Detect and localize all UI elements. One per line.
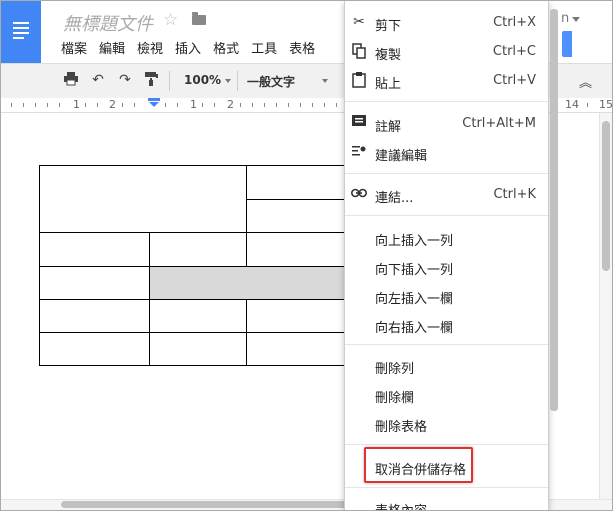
paste-icon <box>351 72 367 88</box>
table-cell-selected[interactable] <box>149 266 345 300</box>
menu-insert[interactable]: 插入 <box>175 38 201 57</box>
comment-icon <box>351 115 367 131</box>
menu-separator <box>345 487 548 488</box>
chevron-down-icon[interactable] <box>225 79 231 83</box>
table-cell[interactable] <box>246 199 345 233</box>
paint-format-icon[interactable] <box>143 72 159 88</box>
zoom-select[interactable]: 100% <box>184 73 221 87</box>
suggest-edit-icon <box>351 144 367 160</box>
menu-item-label: 註解 <box>375 120 402 135</box>
chevron-down-icon[interactable] <box>322 79 328 83</box>
menu-item-shortcut: Ctrl+K <box>493 187 536 202</box>
menu-item-label: 刪除欄 <box>375 391 415 406</box>
menu-item-label: 向左插入一欄 <box>375 292 454 307</box>
menu-separator <box>345 444 548 445</box>
menu-separator <box>345 173 548 174</box>
menu-item-delete-table[interactable]: 刪除表格 <box>345 411 548 435</box>
toolbar-divider <box>237 71 238 91</box>
menu-item-label: 貼上 <box>375 77 402 92</box>
menu-item-label: 複製 <box>375 48 402 63</box>
menu-item-label: 建議編輯 <box>375 149 428 164</box>
menu-item-insert-row-below[interactable]: 向下插入一列 <box>345 254 548 278</box>
context-menu: ✂ 剪下 Ctrl+X 複製 Ctrl+C 貼上 Ctrl+V 註解 Ctrl+… <box>344 1 549 510</box>
menu-item-label: 剪下 <box>375 19 402 34</box>
undo-icon[interactable]: ↶ <box>90 72 106 88</box>
menu-item-shortcut: Ctrl+Alt+M <box>462 116 536 131</box>
menu-item-label: 向上插入一列 <box>375 234 454 249</box>
menu-item-shortcut: Ctrl+V <box>493 73 536 88</box>
menu-item-cut[interactable]: ✂ 剪下 Ctrl+X <box>345 10 548 34</box>
table-cell[interactable] <box>246 332 345 366</box>
docs-logo-icon[interactable] <box>1 1 41 63</box>
menu-separator <box>345 215 548 216</box>
menu-edit[interactable]: 編輯 <box>99 38 125 57</box>
menu-scrollbar-thumb[interactable] <box>550 9 558 411</box>
ruler-label: 14 <box>565 98 579 111</box>
ruler-label: 2 <box>227 98 234 111</box>
menu-item-delete-row[interactable]: 刪除列 <box>345 353 548 377</box>
menu-item-table-properties[interactable]: 表格內容... <box>345 495 548 510</box>
document-title[interactable]: 無標題文件 <box>63 10 153 36</box>
menu-item-label: 連結... <box>375 191 414 206</box>
menu-item-label: 刪除列 <box>375 362 415 377</box>
menu-item-suggest-edit[interactable]: 建議編輯 <box>345 140 548 164</box>
menu-item-label: 向下插入一列 <box>375 263 454 278</box>
copy-icon <box>351 43 367 59</box>
menu-separator <box>345 344 548 345</box>
paragraph-style-select[interactable]: 一般文字 <box>247 73 295 90</box>
table-cell[interactable] <box>149 232 247 267</box>
ruler-label: 1 <box>73 98 80 111</box>
folder-icon[interactable] <box>192 12 206 25</box>
vertical-scrollbar-thumb[interactable] <box>602 121 610 271</box>
menu-view[interactable]: 檢視 <box>137 38 163 57</box>
menu-item-delete-column[interactable]: 刪除欄 <box>345 382 548 406</box>
scissors-icon: ✂ <box>353 14 365 30</box>
collapse-icon[interactable]: ︽ <box>579 72 592 91</box>
table-cell[interactable] <box>149 332 247 366</box>
menu-item-comment[interactable]: 註解 Ctrl+Alt+M <box>345 111 548 135</box>
table-cell[interactable] <box>39 332 150 366</box>
star-icon[interactable]: ☆ <box>163 10 178 30</box>
table-cell[interactable] <box>149 299 247 333</box>
table-cell[interactable] <box>246 299 345 333</box>
ruler-label: 2 <box>109 98 116 111</box>
table-cell[interactable] <box>246 165 345 200</box>
table-cell[interactable] <box>39 232 150 267</box>
table-cell[interactable] <box>39 299 150 333</box>
menu-bar: 檔案 編輯 檢視 插入 格式 工具 表格 <box>61 38 327 57</box>
menu-item-link[interactable]: 連結... Ctrl+K <box>345 182 548 206</box>
table-cell[interactable] <box>246 232 345 267</box>
menu-item-label: 向右插入一欄 <box>375 321 454 336</box>
ruler-label: 1 <box>190 98 197 111</box>
link-icon <box>351 186 367 202</box>
app-window: 無標題文件 ☆ 檔案 編輯 檢視 插入 格式 工具 表格 n ↶ ↷ 100% … <box>0 0 613 511</box>
redo-icon[interactable]: ↷ <box>117 72 133 88</box>
menu-format[interactable]: 格式 <box>213 38 239 57</box>
menu-item-insert-row-above[interactable]: 向上插入一列 <box>345 225 548 249</box>
menu-item-label: 表格內容... <box>375 500 439 510</box>
menu-item-label: 刪除表格 <box>375 420 428 435</box>
menu-table[interactable]: 表格 <box>289 38 315 57</box>
share-button[interactable] <box>562 31 572 57</box>
print-icon[interactable] <box>63 72 79 88</box>
highlight-box <box>364 447 473 483</box>
indent-marker-icon[interactable] <box>148 98 160 108</box>
menu-separator <box>345 101 548 102</box>
user-account[interactable]: n <box>561 11 569 26</box>
ruler-label: 15 <box>599 98 613 111</box>
menu-item-copy[interactable]: 複製 Ctrl+C <box>345 39 548 63</box>
menu-item-insert-column-right[interactable]: 向右插入一欄 <box>345 312 548 336</box>
menu-item-paste[interactable]: 貼上 Ctrl+V <box>345 68 548 92</box>
menu-item-shortcut: Ctrl+C <box>492 44 536 59</box>
menu-tools[interactable]: 工具 <box>251 38 277 57</box>
toolbar-divider <box>169 71 170 91</box>
menu-item-shortcut: Ctrl+X <box>493 15 536 30</box>
chevron-down-icon[interactable] <box>572 17 580 22</box>
menu-item-insert-column-left[interactable]: 向左插入一欄 <box>345 283 548 307</box>
horizontal-scrollbar-thumb[interactable] <box>61 501 361 508</box>
menu-file[interactable]: 檔案 <box>61 38 87 57</box>
table-cell[interactable] <box>39 266 150 300</box>
table-cell-merged[interactable] <box>39 165 247 233</box>
